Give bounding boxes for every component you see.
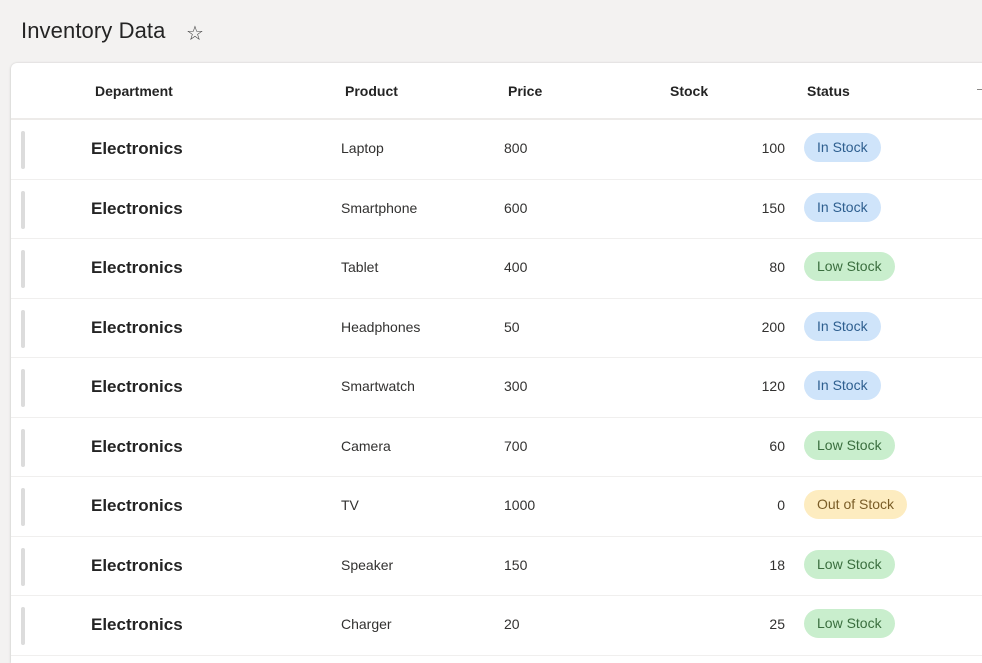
row-select-handle[interactable] <box>21 428 25 467</box>
cell-product: Smartwatch <box>341 378 415 394</box>
column-header-status[interactable]: Status <box>807 83 850 99</box>
row-select-handle[interactable] <box>21 250 25 288</box>
cell-price: 150 <box>504 556 528 573</box>
table-row[interactable]: Electronics TV 1000 0 Out of Stock <box>11 477 982 537</box>
cell-stock: 25 <box>769 616 785 632</box>
page-header: Inventory Data ☆ <box>0 0 982 63</box>
status-badge: In Stock <box>804 371 881 400</box>
status-badge: Low Stock <box>804 549 895 579</box>
status-badge: In Stock <box>804 192 881 222</box>
cell-price: 400 <box>504 259 528 275</box>
cell-product: Tablet <box>341 259 379 275</box>
cell-product: Camera <box>341 437 391 454</box>
cell-product: Smartphone <box>341 199 418 216</box>
cell-price: 800 <box>504 140 528 156</box>
row-select-handle[interactable] <box>21 131 25 169</box>
status-badge: Low Stock <box>804 430 895 460</box>
inventory-table: Department Product Price Stock Status El… <box>11 63 982 663</box>
column-options-icon[interactable] <box>977 89 982 90</box>
table-row[interactable]: Electronics Headphones 50 200 In Stock <box>11 299 982 358</box>
cell-department: Electronics <box>91 436 183 456</box>
cell-product: TV <box>341 497 359 513</box>
column-header-price[interactable]: Price <box>508 83 542 99</box>
table-row[interactable]: Electronics Smartphone 600 150 In Stock <box>11 180 982 239</box>
cell-price: 20 <box>504 616 520 632</box>
cell-price: 600 <box>504 199 528 216</box>
status-badge: Low Stock <box>804 252 895 281</box>
cell-stock: 200 <box>761 318 785 335</box>
row-select-handle[interactable] <box>21 369 25 407</box>
status-badge: In Stock <box>804 311 881 341</box>
table-row[interactable]: Electronics Tablet 400 80 Low Stock <box>11 239 982 299</box>
cell-price: 700 <box>504 437 528 454</box>
status-badge: Out of Stock <box>804 490 908 519</box>
cell-product: Speaker <box>341 556 394 573</box>
cell-department: Electronics <box>91 555 183 575</box>
table-header: Department Product Price Stock Status <box>11 63 982 120</box>
row-select-handle[interactable] <box>21 309 25 348</box>
column-header-product[interactable]: Product <box>345 83 398 99</box>
cell-department: Electronics <box>91 496 183 515</box>
table-row[interactable]: Electronics Smartwatch 300 120 In Stock <box>11 358 982 418</box>
cell-department: Electronics <box>91 377 183 396</box>
cell-department: Electronics <box>91 615 183 634</box>
cell-price: 50 <box>504 318 520 335</box>
cell-product: Charger <box>341 616 392 632</box>
cell-price: 300 <box>504 378 528 394</box>
cell-department: Electronics <box>91 258 183 277</box>
cell-stock: 150 <box>761 199 785 216</box>
cell-stock: 80 <box>769 259 785 275</box>
cell-stock: 0 <box>777 497 785 513</box>
page-title: Inventory Data <box>21 18 166 43</box>
cell-price: 1000 <box>504 497 536 513</box>
star-icon[interactable]: ☆ <box>186 22 204 46</box>
status-badge: Low Stock <box>804 609 895 638</box>
cell-stock: 18 <box>769 556 785 573</box>
row-select-handle[interactable] <box>21 488 25 526</box>
cell-department: Electronics <box>91 139 183 158</box>
row-select-handle[interactable] <box>21 547 25 586</box>
row-select-handle[interactable] <box>21 607 25 645</box>
cell-stock: 60 <box>769 437 785 454</box>
table-row[interactable]: Electronics Speaker 150 18 Low Stock <box>11 537 982 596</box>
table-row[interactable]: Electronics Camera 700 60 Low Stock <box>11 418 982 477</box>
table-row[interactable]: Electronics Charger 20 25 Low Stock <box>11 596 982 656</box>
table-row[interactable]: Electronics Laptop 800 100 In Stock <box>11 120 982 180</box>
row-select-handle[interactable] <box>21 190 25 229</box>
column-header-department[interactable]: Department <box>95 83 173 99</box>
cell-department: Electronics <box>91 198 183 218</box>
cell-department: Electronics <box>91 317 183 337</box>
cell-stock: 100 <box>761 140 785 156</box>
cell-stock: 120 <box>761 378 785 394</box>
status-badge: In Stock <box>804 133 881 162</box>
column-header-stock[interactable]: Stock <box>670 83 708 99</box>
cell-product: Headphones <box>341 318 421 335</box>
cell-product: Laptop <box>341 140 384 156</box>
